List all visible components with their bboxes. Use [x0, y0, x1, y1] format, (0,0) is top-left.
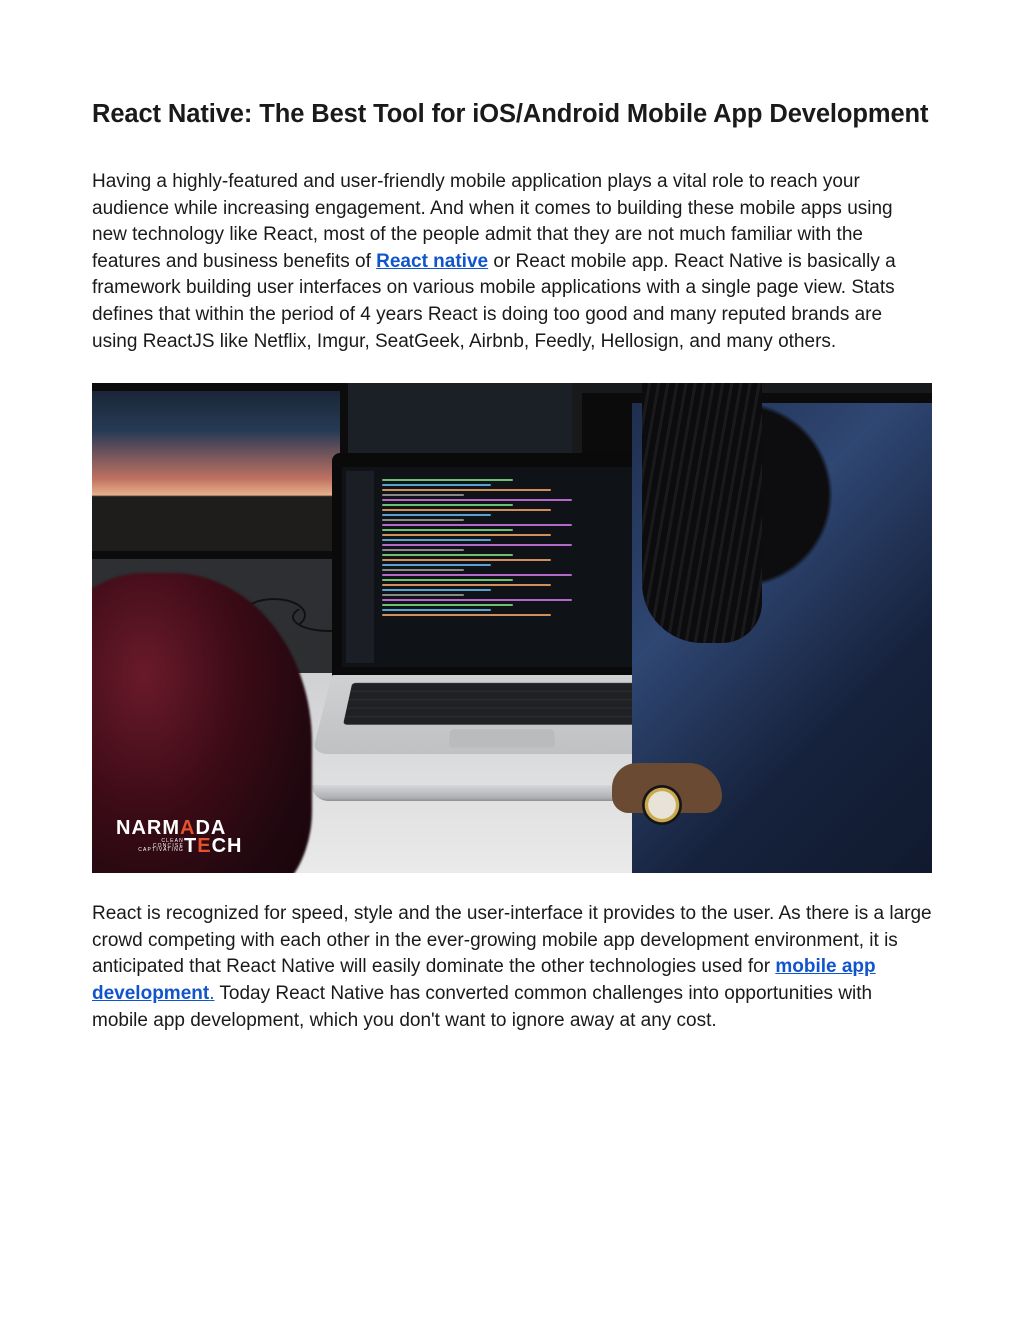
left-monitor [92, 383, 348, 559]
intro-paragraph: Having a highly-featured and user-friend… [92, 169, 932, 355]
logo-line2-accent: E [197, 835, 211, 857]
react-native-link[interactable]: React native [376, 251, 488, 272]
link-trailing-period: . [209, 983, 214, 1004]
brand-logo: NARMADA CLEAN CONCISE CAPTIVATING TECH [116, 819, 242, 855]
wristwatch-icon [642, 785, 682, 825]
logo-line2-a: T [184, 835, 197, 857]
code-editor [382, 479, 654, 616]
person-right-hair [642, 383, 762, 643]
logo-line1-a: NARM [116, 817, 180, 839]
logo-tag3: CAPTIVATING [138, 847, 184, 853]
document-title: React Native: The Best Tool for iOS/Andr… [92, 100, 932, 129]
document-page: React Native: The Best Tool for iOS/Andr… [0, 0, 1024, 1325]
laptop-screen [332, 453, 672, 677]
hero-image: NARMADA CLEAN CONCISE CAPTIVATING TECH [92, 383, 932, 873]
body-paragraph: React is recognized for speed, style and… [92, 901, 932, 1034]
logo-line2-b: CH [212, 835, 243, 857]
